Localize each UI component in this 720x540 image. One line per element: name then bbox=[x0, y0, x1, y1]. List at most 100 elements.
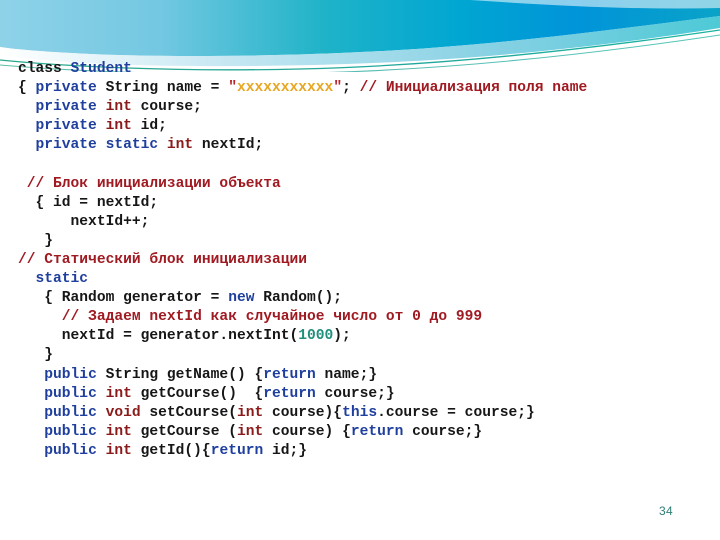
code-token-keyword: return bbox=[350, 423, 404, 440]
code-token-plain: .course = course;} bbox=[377, 404, 535, 421]
code-token-type: int bbox=[236, 423, 264, 440]
banner-primary-wave bbox=[0, 0, 720, 56]
slide-number: 34 bbox=[659, 504, 673, 518]
banner-highlight-sliver bbox=[470, 0, 720, 9]
code-token-plain: getId(){ bbox=[131, 442, 211, 459]
code-token-plain: nextId++; bbox=[18, 213, 150, 230]
code-token-plain: nextId; bbox=[193, 137, 264, 154]
code-token-plain: getCourse() { bbox=[131, 385, 264, 402]
code-token-type: void bbox=[105, 404, 141, 421]
line-comment-random-range: // Задаем nextId как случайное число от … bbox=[18, 308, 708, 327]
code-token-type: int bbox=[105, 99, 132, 116]
code-token-keyword: return bbox=[263, 385, 316, 402]
code-token-plain: id;} bbox=[263, 442, 308, 459]
code-token-plain: { id = nextId; bbox=[18, 194, 159, 211]
code-token-keyword: private bbox=[35, 80, 97, 97]
code-listing: class Student{ private String name = "xx… bbox=[18, 60, 708, 461]
code-token-comment: // Блок инициализации объекта bbox=[26, 175, 281, 192]
banner-secondary-wave bbox=[0, 16, 720, 67]
code-token-plain: nextId = generator.nextInt( bbox=[18, 328, 299, 345]
line-get-course-overload: public int getCourse (int course) {retur… bbox=[18, 423, 708, 442]
code-token-type: int bbox=[166, 137, 194, 154]
code-token-keyword: public bbox=[44, 404, 97, 421]
code-token-plain: { bbox=[18, 80, 36, 97]
line-get-name: public String getName() {return name;} bbox=[18, 366, 708, 385]
code-token-plain: String getName() { bbox=[96, 366, 264, 383]
code-token-plain: ); bbox=[333, 328, 351, 345]
code-token-plain: id; bbox=[131, 118, 167, 135]
code-token-plain: String name = bbox=[96, 80, 229, 97]
code-token-keyword: return bbox=[263, 366, 316, 383]
line-nextid-increment: nextId++; bbox=[18, 213, 708, 232]
code-token-plain: name;} bbox=[315, 366, 378, 383]
code-token-quote: " bbox=[333, 80, 343, 97]
line-static-keyword: static bbox=[18, 270, 708, 289]
line-comment-static-block: // Статический блок инициализации bbox=[18, 251, 708, 270]
code-token-plain: { Random generator = bbox=[18, 290, 229, 307]
code-token-number: 1000 bbox=[298, 328, 334, 345]
code-token-keyword: private bbox=[35, 99, 97, 116]
code-token-quote: " bbox=[228, 80, 237, 97]
code-token-plain: course;} bbox=[403, 423, 483, 440]
line-blank-1 bbox=[18, 155, 708, 174]
code-token-type: int bbox=[105, 385, 132, 402]
code-token-plain: course){ bbox=[263, 404, 343, 421]
line-field-name: { private String name = "xxxxxxxxxxx"; /… bbox=[18, 79, 708, 98]
code-token-keyword: this bbox=[342, 404, 378, 421]
line-set-course: public void setCourse(int course){this.c… bbox=[18, 404, 708, 423]
code-token-plain: course) { bbox=[263, 423, 351, 440]
line-get-course: public int getCourse() {return course;} bbox=[18, 385, 708, 404]
code-token-plain: } bbox=[18, 232, 54, 249]
code-token-type: int bbox=[236, 404, 264, 421]
code-token-keyword: Student bbox=[70, 61, 132, 77]
code-token-keyword: return bbox=[210, 442, 264, 459]
line-nextid-assign: nextId = generator.nextInt(1000); bbox=[18, 327, 708, 346]
code-token-comment: // Статический блок инициализации bbox=[18, 251, 308, 268]
code-token-type: int bbox=[105, 442, 132, 459]
code-token-comment: // Инициализация поля name bbox=[359, 80, 588, 97]
line-static-block-close: } bbox=[18, 346, 708, 365]
line-field-nextid: private static int nextId; bbox=[18, 136, 708, 155]
line-class-decl: class Student bbox=[18, 60, 708, 79]
presentation-slide: class Student{ private String name = "xx… bbox=[0, 0, 720, 540]
code-token-keyword: public bbox=[44, 442, 97, 459]
code-token-type: int bbox=[105, 423, 132, 440]
code-token-string: xxxxxxxxxxx bbox=[236, 80, 334, 97]
line-field-course: private int course; bbox=[18, 98, 708, 117]
code-token-keyword: public bbox=[44, 385, 97, 402]
code-token-type: int bbox=[105, 118, 132, 135]
code-token-plain: ; bbox=[342, 80, 360, 97]
line-get-id: public int getId(){return id;} bbox=[18, 442, 708, 461]
code-token-keyword: private static bbox=[35, 137, 159, 154]
code-token-plain: Random(); bbox=[254, 290, 343, 307]
code-token-plain: setCourse( bbox=[140, 404, 237, 421]
line-random-generator: { Random generator = new Random(); bbox=[18, 289, 708, 308]
code-token-keyword: static bbox=[35, 271, 89, 288]
line-instance-block-close: } bbox=[18, 232, 708, 251]
code-token-keyword: public bbox=[44, 423, 97, 440]
code-token-keyword: new bbox=[228, 290, 255, 307]
code-token-keyword: private bbox=[35, 118, 97, 135]
code-token-plain: course; bbox=[131, 99, 202, 116]
code-token-plain: class bbox=[18, 61, 71, 77]
code-token-keyword: public bbox=[44, 366, 97, 383]
line-field-id: private int id; bbox=[18, 117, 708, 136]
code-token-plain: getCourse ( bbox=[131, 423, 237, 440]
